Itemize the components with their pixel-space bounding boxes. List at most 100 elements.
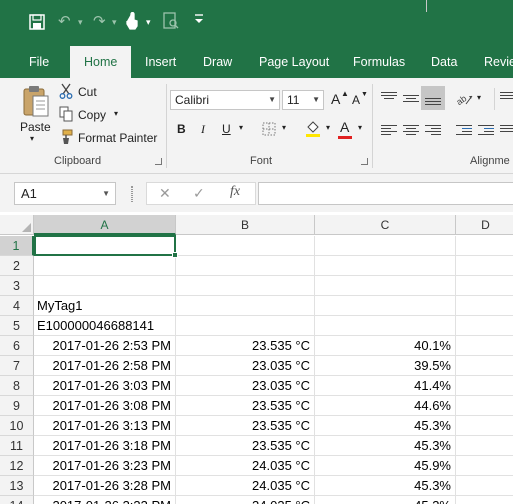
- clipboard-launcher-icon[interactable]: [155, 158, 162, 165]
- orientation-icon[interactable]: ab: [454, 91, 474, 111]
- font-size-select[interactable]: 11 ▼: [282, 90, 324, 110]
- cell-b[interactable]: [176, 276, 315, 296]
- enter-icon[interactable]: ✓: [193, 185, 205, 202]
- cell-d[interactable]: [456, 376, 513, 396]
- row-header[interactable]: 9: [0, 396, 34, 416]
- align-left-icon[interactable]: [381, 125, 397, 137]
- increase-indent-icon[interactable]: [478, 125, 494, 137]
- name-box[interactable]: A1 ▼: [14, 182, 116, 205]
- fill-color-icon[interactable]: [305, 120, 321, 142]
- cell-b[interactable]: [176, 256, 315, 276]
- row-header[interactable]: 6: [0, 336, 34, 356]
- cell-d[interactable]: [456, 456, 513, 476]
- cell-a[interactable]: 2017-01-26 3:33 PM: [34, 496, 176, 504]
- cell-b[interactable]: 23.535 °C: [176, 416, 315, 436]
- tab-home[interactable]: Home: [70, 46, 132, 78]
- borders-icon[interactable]: [262, 122, 276, 140]
- cell-c[interactable]: 45.3%: [315, 416, 456, 436]
- row-header[interactable]: 2: [0, 256, 34, 276]
- row-header[interactable]: 3: [0, 276, 34, 296]
- cell-a[interactable]: [34, 236, 176, 256]
- cell-d[interactable]: [456, 336, 513, 356]
- row-header[interactable]: 5: [0, 316, 34, 336]
- tab-file[interactable]: File: [29, 46, 49, 78]
- cell-b[interactable]: [176, 236, 315, 256]
- cell-a[interactable]: MyTag1: [34, 296, 176, 316]
- tab-insert[interactable]: Insert: [145, 46, 176, 78]
- shrink-font-button[interactable]: A: [352, 93, 360, 107]
- cell-c[interactable]: [315, 256, 456, 276]
- cell-b[interactable]: 23.535 °C: [176, 336, 315, 356]
- cell-a[interactable]: 2017-01-26 2:53 PM: [34, 336, 176, 356]
- touch-mode-icon[interactable]: [126, 11, 140, 35]
- cell-d[interactable]: [456, 236, 513, 256]
- grow-font-button[interactable]: A: [331, 91, 340, 107]
- cell-c[interactable]: 45.3%: [315, 496, 456, 504]
- undo-icon[interactable]: ↶: [58, 13, 71, 31]
- cell-c[interactable]: 45.3%: [315, 436, 456, 456]
- cell-c[interactable]: [315, 316, 456, 336]
- cell-b[interactable]: 24.035 °C: [176, 476, 315, 496]
- cell-d[interactable]: [456, 496, 513, 504]
- paste-button[interactable]: Paste: [20, 120, 51, 134]
- row-header[interactable]: 7: [0, 356, 34, 376]
- bottom-align-icon[interactable]: [425, 98, 441, 110]
- align-right-icon[interactable]: [425, 125, 441, 137]
- cell-a[interactable]: 2017-01-26 3:28 PM: [34, 476, 176, 496]
- cell-b[interactable]: 24.035 °C: [176, 496, 315, 504]
- cell-c[interactable]: 41.4%: [315, 376, 456, 396]
- align-center-icon[interactable]: [403, 125, 419, 137]
- font-color-button[interactable]: A: [340, 119, 349, 135]
- formula-input[interactable]: [258, 182, 513, 205]
- redo-icon[interactable]: ↷: [93, 13, 106, 31]
- cell-b[interactable]: [176, 316, 315, 336]
- cell-a[interactable]: 2017-01-26 2:58 PM: [34, 356, 176, 376]
- orientation-dropdown-icon[interactable]: ▾: [477, 93, 481, 102]
- cell-a[interactable]: 2017-01-26 3:03 PM: [34, 376, 176, 396]
- cell-b[interactable]: 23.035 °C: [176, 356, 315, 376]
- cell-b[interactable]: 23.035 °C: [176, 376, 315, 396]
- merge-center-icon[interactable]: [500, 125, 513, 137]
- select-all-button[interactable]: [0, 215, 34, 235]
- cell-a[interactable]: [34, 276, 176, 296]
- row-header[interactable]: 11: [0, 436, 34, 456]
- cell-d[interactable]: [456, 296, 513, 316]
- italic-button[interactable]: I: [201, 122, 205, 137]
- copy-button[interactable]: Copy: [78, 108, 106, 122]
- bold-button[interactable]: B: [177, 122, 186, 136]
- font-name-select[interactable]: Calibri ▼: [170, 90, 280, 110]
- cell-c[interactable]: 45.3%: [315, 476, 456, 496]
- tab-review[interactable]: Revie: [484, 46, 513, 78]
- save-icon[interactable]: [29, 14, 45, 35]
- cut-button[interactable]: Cut: [78, 85, 97, 99]
- column-header-a[interactable]: A: [34, 215, 176, 235]
- row-header[interactable]: 12: [0, 456, 34, 476]
- cell-b[interactable]: 23.535 °C: [176, 436, 315, 456]
- column-header-b[interactable]: B: [176, 215, 315, 235]
- touch-mode-dropdown-icon[interactable]: ▾: [146, 13, 151, 31]
- column-header-c[interactable]: C: [315, 215, 456, 235]
- cut-icon[interactable]: [59, 83, 73, 103]
- cell-a[interactable]: E100000046688141: [34, 316, 176, 336]
- cell-d[interactable]: [456, 476, 513, 496]
- tab-page-layout[interactable]: Page Layout: [259, 46, 329, 78]
- font-color-dropdown-icon[interactable]: ▾: [358, 123, 362, 132]
- underline-button[interactable]: U: [222, 122, 231, 136]
- cell-d[interactable]: [456, 436, 513, 456]
- format-painter-button[interactable]: Format Painter: [78, 131, 157, 145]
- cell-a[interactable]: [34, 256, 176, 276]
- underline-dropdown-icon[interactable]: ▾: [239, 123, 243, 132]
- formula-bar-grip[interactable]: [131, 186, 133, 202]
- format-painter-icon[interactable]: [59, 129, 73, 149]
- row-header[interactable]: 14: [0, 496, 34, 504]
- row-header[interactable]: 8: [0, 376, 34, 396]
- cell-a[interactable]: 2017-01-26 3:23 PM: [34, 456, 176, 476]
- cell-b[interactable]: 24.035 °C: [176, 456, 315, 476]
- print-preview-icon[interactable]: [163, 12, 179, 35]
- cell-b[interactable]: 23.535 °C: [176, 396, 315, 416]
- row-header[interactable]: 4: [0, 296, 34, 316]
- top-align-icon[interactable]: [381, 92, 397, 104]
- cell-c[interactable]: [315, 296, 456, 316]
- column-header-d[interactable]: D: [456, 215, 513, 235]
- cell-c[interactable]: [315, 276, 456, 296]
